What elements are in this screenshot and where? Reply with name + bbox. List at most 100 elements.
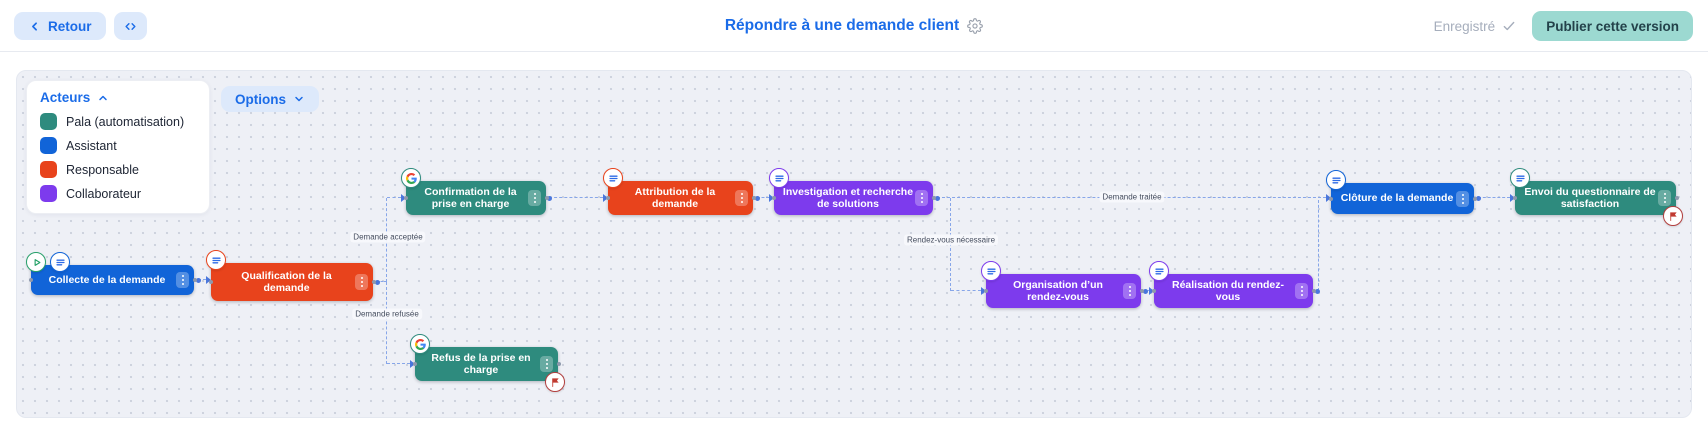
code-icon — [123, 20, 138, 33]
connection-port-right[interactable] — [1140, 289, 1144, 293]
chevron-left-icon — [28, 20, 41, 33]
chat-lines-icon[interactable] — [50, 252, 70, 272]
connection-port-left[interactable] — [1513, 196, 1517, 200]
connection-port-left[interactable] — [29, 278, 33, 282]
connection-port-left[interactable] — [413, 362, 417, 366]
save-status-label: Enregistré — [1434, 19, 1496, 34]
node-label: Attribution de la demande — [616, 186, 734, 211]
legend-items: Pala (automatisation) Assistant Responsabl… — [40, 113, 196, 202]
edge-line — [386, 282, 387, 364]
node-menu-button[interactable] — [1295, 283, 1308, 299]
legend-item-label: Responsable — [66, 163, 139, 177]
workflow-canvas[interactable]: Demande acceptéeDemande refuséeRendez-vo… — [16, 70, 1692, 418]
workflow-node-realisation[interactable]: Réalisation du rendez-vous — [1154, 274, 1313, 308]
code-view-button[interactable] — [114, 12, 147, 40]
connection-port-left[interactable] — [1329, 197, 1333, 201]
chat-lines-icon[interactable] — [603, 168, 623, 188]
node-badges — [26, 252, 70, 272]
workflow-node-qualification[interactable]: Qualification de la demande — [211, 263, 373, 301]
edge-condition-label: Demande refusée — [352, 309, 422, 320]
connection-port-right[interactable] — [1675, 196, 1679, 200]
connection-port-right[interactable] — [193, 278, 197, 282]
node-menu-button[interactable] — [176, 272, 189, 288]
chat-lines-icon[interactable] — [1510, 168, 1530, 188]
node-badges — [1326, 170, 1346, 190]
node-badges — [603, 168, 623, 188]
node-menu-button[interactable] — [528, 190, 541, 206]
node-badges — [410, 334, 430, 354]
node-menu-button[interactable] — [1456, 191, 1469, 207]
connection-port-left[interactable] — [984, 289, 988, 293]
chat-lines-icon[interactable] — [206, 250, 226, 270]
edge-line — [1318, 200, 1319, 291]
connection-port-right[interactable] — [932, 196, 936, 200]
google-icon[interactable] — [401, 168, 421, 188]
actors-legend: Acteurs Pala (automatisation) Assistant Re… — [26, 80, 210, 214]
node-label: Refus de la prise en charge — [423, 352, 539, 377]
edge-line — [387, 363, 410, 364]
workflow-node-organisation[interactable]: Organisation d’un rendez-vous — [986, 274, 1141, 308]
chat-lines-icon[interactable] — [1149, 261, 1169, 281]
flag-icon[interactable] — [1663, 206, 1683, 226]
chevron-up-icon — [97, 92, 109, 104]
google-icon[interactable] — [410, 334, 430, 354]
chat-lines-icon[interactable] — [981, 261, 1001, 281]
node-menu-button[interactable] — [540, 356, 553, 372]
settings-gear-icon[interactable] — [967, 18, 983, 34]
legend-color-swatch — [40, 185, 57, 202]
node-label: Qualification de la demande — [219, 270, 354, 295]
node-badges — [981, 261, 1001, 281]
workflow-node-attribution[interactable]: Attribution de la demande — [608, 181, 753, 215]
legend-title: Acteurs — [40, 90, 90, 105]
node-badges — [206, 250, 226, 270]
connection-port-right[interactable] — [557, 362, 561, 366]
legend-collapse-toggle[interactable]: Acteurs — [40, 90, 196, 105]
legend-color-swatch — [40, 137, 57, 154]
connection-port-left[interactable] — [772, 196, 776, 200]
workflow-node-envoi[interactable]: Envoi du questionnaire de satisfaction — [1515, 181, 1676, 215]
publish-button[interactable]: Publier cette version — [1532, 11, 1693, 41]
connection-port-left[interactable] — [404, 196, 408, 200]
connection-port-right[interactable] — [1312, 289, 1316, 293]
workflow-node-investigation[interactable]: Investigation et recherche de solutions — [774, 181, 933, 215]
legend-item-label: Collaborateur — [66, 187, 141, 201]
back-button-label: Retour — [48, 19, 92, 34]
connection-port-left[interactable] — [1152, 289, 1156, 293]
workflow-node-refus[interactable]: Refus de la prise en charge — [415, 347, 558, 381]
node-badges — [1149, 261, 1169, 281]
edge-condition-label: Demande acceptée — [350, 232, 425, 243]
chat-lines-icon[interactable] — [1326, 170, 1346, 190]
flag-icon[interactable] — [545, 372, 565, 392]
node-badges — [769, 168, 789, 188]
node-menu-button[interactable] — [735, 190, 748, 206]
connection-port-right[interactable] — [372, 280, 376, 284]
connection-port-right[interactable] — [545, 196, 549, 200]
check-icon — [1502, 19, 1516, 33]
edge-line — [549, 197, 603, 198]
connection-port-left[interactable] — [606, 196, 610, 200]
connection-port-left[interactable] — [209, 280, 213, 284]
node-label: Réalisation du rendez-vous — [1162, 279, 1294, 304]
node-menu-button[interactable] — [915, 190, 928, 206]
legend-item-label: Pala (automatisation) — [66, 115, 184, 129]
node-badges — [401, 168, 421, 188]
edge-line — [387, 197, 401, 198]
diagram-layer: Demande acceptéeDemande refuséeRendez-vo… — [16, 70, 1692, 418]
legend-color-swatch — [40, 113, 57, 130]
node-menu-button[interactable] — [1658, 190, 1671, 206]
node-label: Envoi du questionnaire de satisfaction — [1523, 186, 1657, 211]
node-menu-button[interactable] — [1123, 283, 1136, 299]
workflow-node-confirmation[interactable]: Confirmation de la prise en charge — [406, 181, 546, 215]
workflow-node-collecte[interactable]: Collecte de la demande — [31, 265, 194, 295]
play-icon[interactable] — [26, 252, 46, 272]
connection-port-right[interactable] — [752, 196, 756, 200]
chat-lines-icon[interactable] — [769, 168, 789, 188]
node-label: Organisation d’un rendez-vous — [994, 279, 1122, 304]
options-button[interactable]: Options — [221, 86, 319, 112]
page-title: Répondre à une demande client — [725, 17, 959, 35]
node-menu-button[interactable] — [355, 274, 368, 290]
back-button[interactable]: Retour — [14, 12, 106, 40]
legend-item-assistant: Assistant — [40, 137, 196, 154]
connection-port-right[interactable] — [1473, 197, 1477, 201]
workflow-node-cloture[interactable]: Clôture de la demande — [1331, 183, 1474, 214]
